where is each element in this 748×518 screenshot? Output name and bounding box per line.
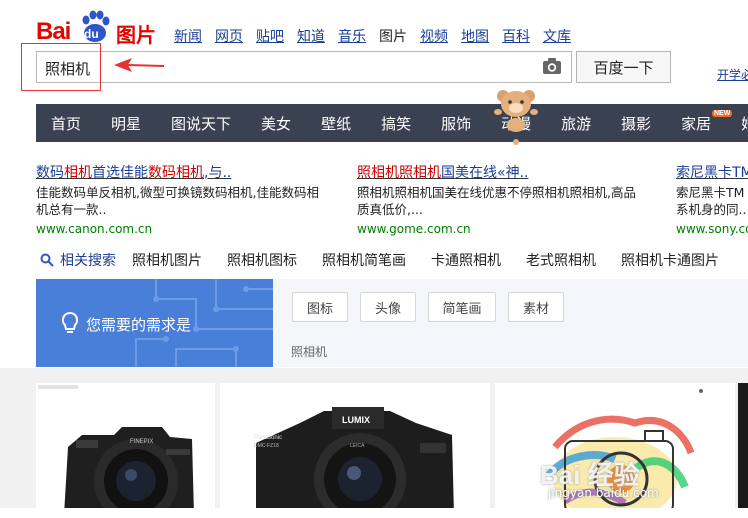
camera2-lens: LEICA <box>350 443 365 449</box>
related-item[interactable]: 照相机图片 <box>132 250 202 270</box>
new-badge: NEW <box>712 110 733 117</box>
camera-image: LUMIX Panasonic DMC-FZ18 LEICA <box>254 407 454 518</box>
nav-zhidao[interactable]: 知道 <box>297 26 325 46</box>
need-tag[interactable]: 头像 <box>360 292 416 322</box>
ad-title-part: 索尼黑卡TM <box>676 165 748 181</box>
baidu-image-logo[interactable]: Bai du 图片 <box>36 6 156 47</box>
nav-wenku[interactable]: 文库 <box>543 26 571 46</box>
nav-news[interactable]: 新闻 <box>174 26 202 46</box>
related-item[interactable]: 卡通照相机 <box>431 250 501 270</box>
ad-url[interactable]: www.sony.co <box>676 221 748 238</box>
search-icon <box>40 253 54 267</box>
promo-link[interactable]: 开学必 <box>717 66 748 83</box>
ad-block-canon: 数码相机首选佳能数码相机,与.. 佳能数码单反相机,微型可换镜数码相机,佳能数码… <box>36 165 326 238</box>
ad-title-part: 首选佳能 <box>92 165 148 181</box>
category-bar: 首页 明星 图说天下 美女 壁纸 搞笑 服饰 动漫 旅游 摄影 家居 婚 <box>36 104 748 142</box>
category-wallpaper[interactable]: 壁纸 <box>306 113 366 134</box>
nav-images[interactable]: 图片 <box>379 26 407 46</box>
ad-description: 索尼黑卡TM系机身的同.. <box>676 185 747 217</box>
ad-title-sony[interactable]: 索尼黑卡TM <box>676 165 748 182</box>
ad-title-part: 数码相机 <box>148 165 204 181</box>
related-item[interactable]: 老式照相机 <box>526 250 596 270</box>
ad-url[interactable]: www.canon.com.cn <box>36 221 326 238</box>
logo-du-text: du <box>84 27 99 41</box>
nav-music[interactable]: 音乐 <box>338 26 366 46</box>
logo-bai-text: Bai <box>36 18 71 45</box>
related-item[interactable]: 照相机图标 <box>227 250 297 270</box>
need-tag[interactable]: 简笔画 <box>428 292 496 322</box>
camera2-maker: Panasonic <box>254 435 282 441</box>
ad-description: 照相机照相机国美在线优惠不停照相机照相机,高品质真低价,... <box>357 185 636 217</box>
camera-image: FINEPIX <box>38 385 194 518</box>
ad-title-part: ,与.. <box>204 165 232 181</box>
category-photography[interactable]: 摄影 <box>606 113 666 134</box>
image-result-partial[interactable] <box>738 383 748 518</box>
image-result-fuji-camera[interactable]: FINEPIX <box>36 383 215 518</box>
lightbulb-icon <box>61 311 79 333</box>
bear-mascot-icon <box>494 90 538 145</box>
ad-title-part: 数码 <box>36 165 64 181</box>
watermark-url: jingyan.baidu.com <box>548 486 659 500</box>
ad-title-canon[interactable]: 数码相机首选佳能数码相机,与.. <box>36 165 326 182</box>
search-button[interactable]: 百度一下 <box>576 51 671 83</box>
related-item[interactable]: 照相机卡通图片 <box>621 250 719 270</box>
category-fashion[interactable]: 服饰 <box>426 113 486 134</box>
need-title: 您需要的需求是 <box>86 316 192 334</box>
annotation-arrow-icon <box>114 58 165 72</box>
nav-web[interactable]: 网页 <box>215 26 243 46</box>
annotation-highlight-box <box>21 43 101 91</box>
camera2-model: DMC-FZ18 <box>254 443 279 449</box>
ad-url[interactable]: www.gome.com.cn <box>357 221 647 238</box>
camera1-brand: FINEPIX <box>130 439 153 445</box>
need-tag[interactable]: 图标 <box>292 292 348 322</box>
category-home[interactable]: 首页 <box>36 113 96 134</box>
logo-tupian-text: 图片 <box>116 23 156 47</box>
camera-icon[interactable] <box>542 57 562 75</box>
category-funny[interactable]: 搞笑 <box>366 113 426 134</box>
nav-map[interactable]: 地图 <box>461 26 489 46</box>
need-panel: 您需要的需求是 <box>36 279 273 367</box>
related-searches: 相关搜索 照相机图片 照相机图标 照相机简笔画 卡通照相机 老式照相机 照相机卡… <box>40 250 744 270</box>
ad-block-sony: 索尼黑卡TM 索尼黑卡TM系机身的同.. www.sony.co <box>676 165 748 238</box>
image-result-lumix-camera[interactable]: LUMIX Panasonic DMC-FZ18 LEICA <box>220 383 490 518</box>
nav-video[interactable]: 视频 <box>420 26 448 46</box>
category-stars[interactable]: 明星 <box>96 113 156 134</box>
category-world[interactable]: 图说天下 <box>156 113 246 134</box>
nav-baike[interactable]: 百科 <box>502 26 530 46</box>
category-travel[interactable]: 旅游 <box>546 113 606 134</box>
ad-title-part: 照相机照相机 <box>357 165 441 181</box>
ad-title-gome[interactable]: 照相机照相机国美在线«神.. <box>357 165 647 182</box>
related-label: 相关搜索 <box>60 253 116 269</box>
ad-title-part: 国美在线«神.. <box>441 165 529 181</box>
related-item[interactable]: 照相机简笔画 <box>322 250 406 270</box>
bottom-strip <box>0 508 748 518</box>
ad-block-gome: 照相机照相机国美在线«神.. 照相机照相机国美在线优惠不停照相机照相机,高品质真… <box>357 165 647 238</box>
category-beauty[interactable]: 美女 <box>246 113 306 134</box>
need-tag[interactable]: 素材 <box>508 292 564 322</box>
nav-tieba[interactable]: 贴吧 <box>256 26 284 46</box>
ad-title-part: 相机 <box>64 165 92 181</box>
camera2-brand: LUMIX <box>342 415 370 425</box>
ad-description: 佳能数码单反相机,微型可换镜数码相机,佳能数码相机总有一款.. <box>36 185 319 217</box>
need-keyword: 照相机 <box>291 345 328 359</box>
top-nav: 新闻 网页 贴吧 知道 音乐 图片 视频 地图 百科 文库 <box>174 26 584 46</box>
